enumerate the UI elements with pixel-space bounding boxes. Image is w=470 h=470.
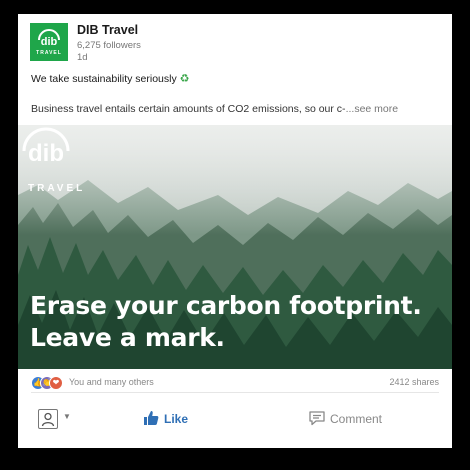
recycle-icon: ♻ [179, 73, 190, 85]
post-body: Business travel entails certain amounts … [31, 103, 398, 115]
chevron-down-icon: ▼ [63, 412, 71, 421]
actor-selector[interactable]: ▼ [38, 409, 72, 431]
thumbs-up-icon [144, 411, 159, 425]
follower-count: 6,275 followers [77, 40, 141, 51]
svg-text:dib: dib [41, 36, 58, 48]
comment-icon [309, 411, 325, 426]
tagline-line-1: Erase your carbon footprint. [30, 291, 422, 320]
love-reaction-icon: ❤ [49, 376, 63, 390]
company-name[interactable]: DIB Travel [77, 23, 138, 37]
company-logo[interactable]: dib TRAVEL [30, 23, 68, 61]
post-age: 1d [77, 52, 88, 63]
person-icon [41, 412, 55, 427]
action-bar: ▼ Like Comment [18, 406, 452, 436]
post-image[interactable]: dib TRAVEL Erase your carbon footprint. … [18, 125, 452, 369]
image-brand-word: TRAVEL [28, 183, 86, 194]
see-more-link[interactable]: ...see more [346, 103, 399, 115]
svg-text:dib: dib [28, 140, 64, 167]
logo-word: TRAVEL [36, 50, 62, 56]
post-body-text: Business travel entails certain amounts … [31, 103, 346, 115]
reaction-summary[interactable]: You and many others [69, 377, 154, 387]
comment-label: Comment [330, 412, 383, 426]
post-card: dib TRAVEL DIB Travel 6,275 followers 1d… [18, 14, 452, 448]
avatar [38, 409, 58, 429]
image-tagline: Erase your carbon footprint. Leave a mar… [30, 290, 422, 354]
dib-logo-icon: dib [22, 127, 70, 167]
post-headline: We take sustainability seriously ♻ [31, 72, 190, 85]
share-count[interactable]: 2412 shares [389, 377, 439, 387]
like-label: Like [164, 412, 189, 426]
headline-text: We take sustainability seriously [31, 73, 177, 85]
tagline-line-2: Leave a mark. [30, 323, 225, 352]
post-stats: 👍 👏 ❤ You and many others 2412 shares [31, 376, 439, 393]
